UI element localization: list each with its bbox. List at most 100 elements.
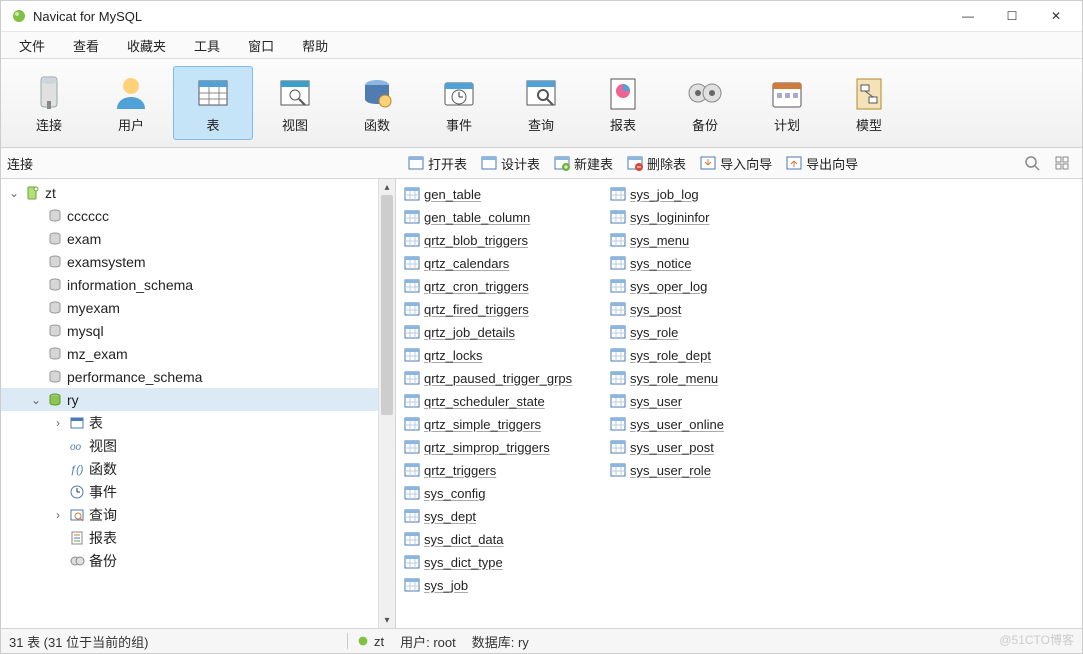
table-name: qrtz_simprop_triggers: [424, 440, 550, 455]
chevron-right-icon[interactable]: ›: [51, 508, 65, 522]
scroll-up-icon[interactable]: ▴: [379, 179, 395, 195]
action-new-table[interactable]: 新建表: [548, 152, 619, 175]
tree-node[interactable]: ƒ()函数: [1, 457, 378, 480]
tree-node[interactable]: ›表: [1, 411, 378, 434]
toolbar-label: 表: [206, 115, 219, 134]
toolbar-view[interactable]: 视图: [255, 66, 335, 140]
tree-node[interactable]: cccccc: [1, 204, 378, 227]
action-delete-table[interactable]: 删除表: [621, 152, 692, 175]
toolbar-report[interactable]: 报表: [583, 66, 663, 140]
tool-search[interactable]: [1018, 153, 1046, 173]
table-item[interactable]: gen_table: [402, 183, 602, 205]
tree-label: mz_exam: [67, 346, 128, 362]
table-item[interactable]: qrtz_simprop_triggers: [402, 436, 602, 458]
tree-scrollbar[interactable]: ▴ ▾: [378, 179, 395, 628]
table-name: qrtz_locks: [424, 348, 483, 363]
menu-window[interactable]: 窗口: [234, 33, 288, 58]
tree-label: 函数: [89, 459, 117, 479]
table-item[interactable]: sys_role_dept: [608, 344, 808, 366]
table-item[interactable]: qrtz_simple_triggers: [402, 413, 602, 435]
toolbar-model[interactable]: 模型: [829, 66, 909, 140]
toolbar-query[interactable]: 查询: [501, 66, 581, 140]
window-minimize-button[interactable]: —: [946, 2, 990, 30]
menu-help[interactable]: 帮助: [288, 33, 342, 58]
menu-file[interactable]: 文件: [5, 33, 59, 58]
table-item[interactable]: sys_user_role: [608, 459, 808, 481]
chevron-down-icon[interactable]: ⌄: [29, 393, 43, 407]
toolbar-event[interactable]: 事件: [419, 66, 499, 140]
export-icon: [786, 155, 802, 171]
database-icon: [47, 300, 63, 316]
toolbar-connection[interactable]: 连接: [9, 66, 89, 140]
table-item[interactable]: sys_dict_data: [402, 528, 602, 550]
action-import-wizard[interactable]: 导入向导: [694, 152, 778, 175]
table-item[interactable]: sys_post: [608, 298, 808, 320]
action-export-wizard[interactable]: 导出向导: [780, 152, 864, 175]
table-item[interactable]: sys_logininfor: [608, 206, 808, 228]
table-item[interactable]: qrtz_cron_triggers: [402, 275, 602, 297]
tree-node[interactable]: oo视图: [1, 434, 378, 457]
table-name: sys_dept: [424, 509, 476, 524]
tree-node[interactable]: 备份: [1, 549, 378, 572]
table-item[interactable]: sys_dict_type: [402, 551, 602, 573]
action-design-table[interactable]: 设计表: [475, 152, 546, 175]
tree-node[interactable]: ›查询: [1, 503, 378, 526]
tree-node[interactable]: performance_schema: [1, 365, 378, 388]
table-item[interactable]: sys_dept: [402, 505, 602, 527]
table-item[interactable]: sys_oper_log: [608, 275, 808, 297]
table-item[interactable]: sys_role_menu: [608, 367, 808, 389]
chevron-down-icon[interactable]: ⌄: [7, 186, 21, 200]
table-item[interactable]: qrtz_fired_triggers: [402, 298, 602, 320]
table-item[interactable]: sys_user_online: [608, 413, 808, 435]
table-item[interactable]: qrtz_blob_triggers: [402, 229, 602, 251]
tables-icon: [69, 415, 85, 431]
table-item[interactable]: sys_user_post: [608, 436, 808, 458]
tree-node[interactable]: information_schema: [1, 273, 378, 296]
scroll-track[interactable]: [379, 195, 395, 612]
action-open-table[interactable]: 打开表: [402, 152, 473, 175]
table-item[interactable]: sys_job_log: [608, 183, 808, 205]
tree-node[interactable]: ⌄zt: [1, 181, 378, 204]
chevron-right-icon[interactable]: ›: [51, 416, 65, 430]
menu-tools[interactable]: 工具: [180, 33, 234, 58]
toolbar-function[interactable]: 函数: [337, 66, 417, 140]
table-item[interactable]: sys_menu: [608, 229, 808, 251]
scroll-thumb[interactable]: [381, 195, 393, 415]
window-maximize-button[interactable]: ☐: [990, 2, 1034, 30]
table-item[interactable]: sys_notice: [608, 252, 808, 274]
tool-grid[interactable]: [1048, 153, 1076, 173]
tree-node[interactable]: 事件: [1, 480, 378, 503]
table-item[interactable]: qrtz_triggers: [402, 459, 602, 481]
app-logo-icon: [11, 8, 27, 24]
tree-node[interactable]: 报表: [1, 526, 378, 549]
events-icon: [69, 484, 85, 500]
tree-node[interactable]: mysql: [1, 319, 378, 342]
tree-node[interactable]: mz_exam: [1, 342, 378, 365]
tree-node[interactable]: myexam: [1, 296, 378, 319]
table-item[interactable]: qrtz_paused_trigger_grps: [402, 367, 602, 389]
table-item[interactable]: gen_table_column: [402, 206, 602, 228]
table-item[interactable]: qrtz_locks: [402, 344, 602, 366]
table-item[interactable]: sys_role: [608, 321, 808, 343]
scroll-down-icon[interactable]: ▾: [379, 612, 395, 628]
toolbar-user[interactable]: 用户: [91, 66, 171, 140]
table-item[interactable]: sys_user: [608, 390, 808, 412]
table-item[interactable]: qrtz_scheduler_state: [402, 390, 602, 412]
tree-node[interactable]: examsystem: [1, 250, 378, 273]
toolbar-schedule[interactable]: 计划: [747, 66, 827, 140]
toolbar-table[interactable]: 表: [173, 66, 253, 140]
table-name: sys_dict_type: [424, 555, 503, 570]
toolbar-backup[interactable]: 备份: [665, 66, 745, 140]
table-item[interactable]: sys_job: [402, 574, 602, 596]
tree-node[interactable]: exam: [1, 227, 378, 250]
menu-view[interactable]: 查看: [59, 33, 113, 58]
table-item[interactable]: qrtz_job_details: [402, 321, 602, 343]
tree-node[interactable]: ⌄ry: [1, 388, 378, 411]
status-count: 31 表 (31 位于当前的组): [1, 629, 347, 653]
main-toolbar: 连接用户表 视图函数事件查询报表备份计划模型: [1, 59, 1082, 148]
window-close-button[interactable]: ✕: [1034, 2, 1078, 30]
table-item[interactable]: qrtz_calendars: [402, 252, 602, 274]
menu-favorite[interactable]: 收藏夹: [113, 33, 180, 58]
connection-tree[interactable]: ⌄ztccccccexamexamsysteminformation_schem…: [1, 179, 378, 628]
table-item[interactable]: sys_config: [402, 482, 602, 504]
